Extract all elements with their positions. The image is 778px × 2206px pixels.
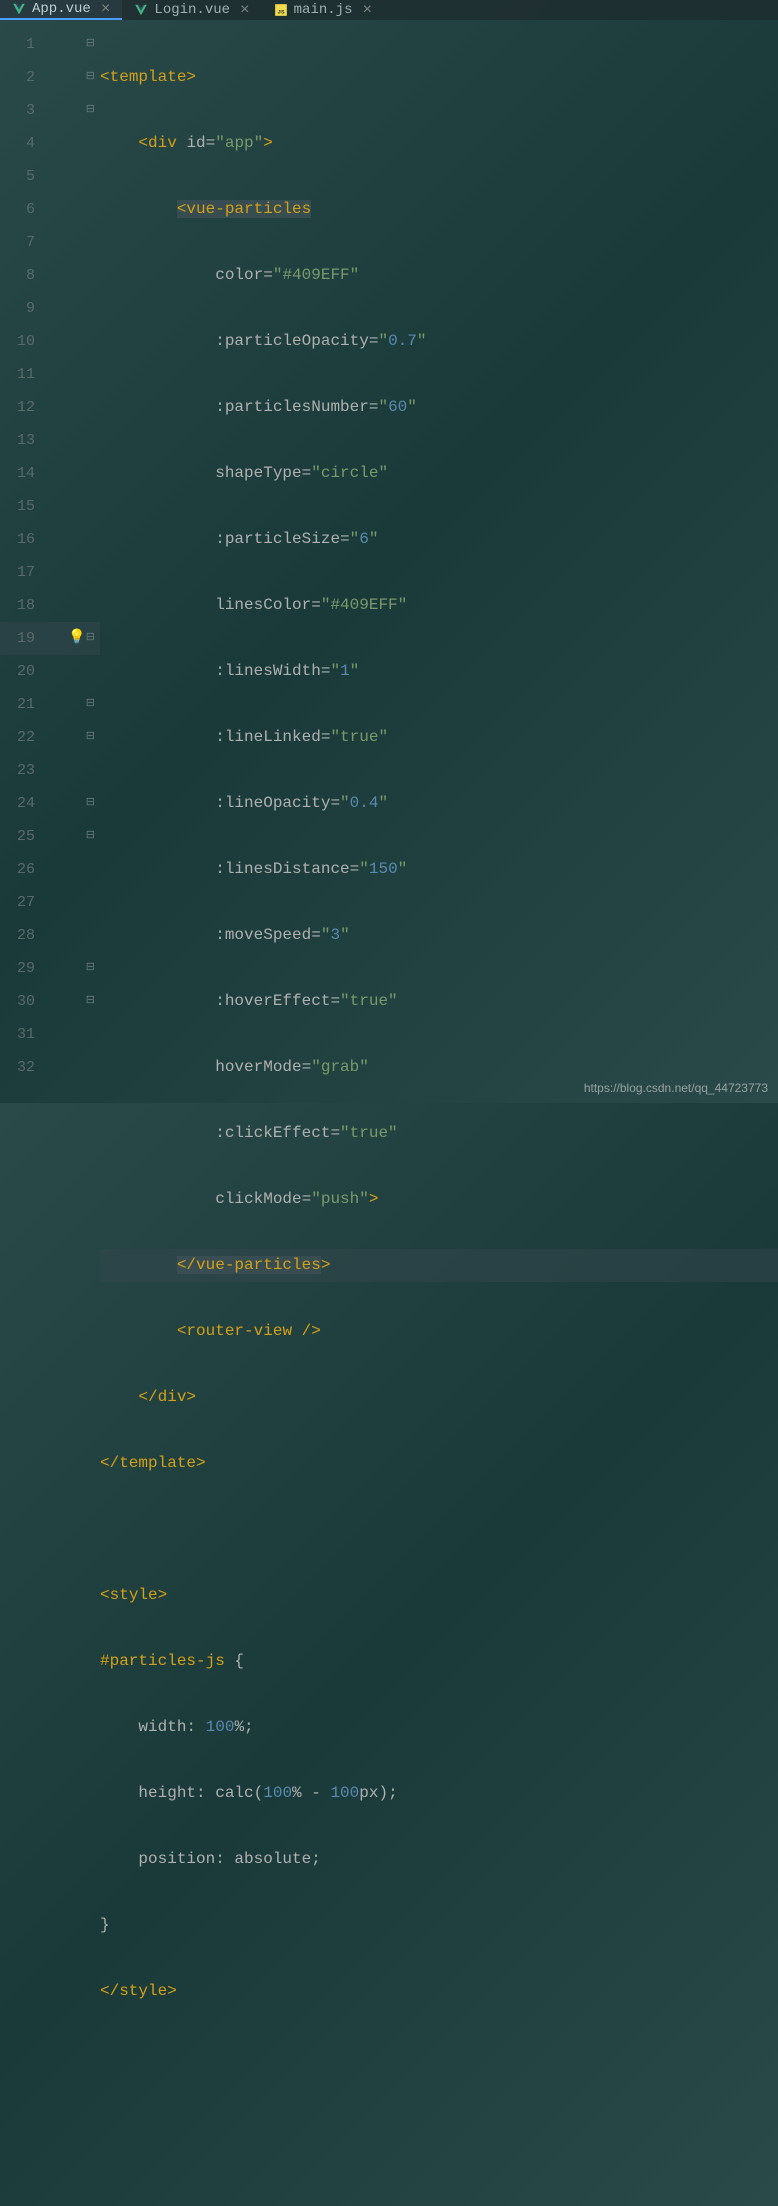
code-line[interactable] xyxy=(100,2041,778,2074)
code-line[interactable]: :linesWidth="1" xyxy=(100,655,778,688)
fold-close-icon[interactable]: ⊟ xyxy=(86,688,95,721)
watermark: https://blog.csdn.net/qq_44723773 xyxy=(584,1081,768,1095)
line-number: 32 xyxy=(0,1051,45,1084)
close-icon[interactable]: × xyxy=(240,1,250,19)
line-number: 22 xyxy=(0,721,45,754)
tab-main-js[interactable]: JS main.js × xyxy=(262,0,384,20)
line-number: 17 xyxy=(0,556,45,589)
code-line[interactable]: color="#409EFF" xyxy=(100,259,778,292)
fold-icon[interactable]: ⊟ xyxy=(86,28,95,61)
line-number: 10 xyxy=(0,325,45,358)
fold-close-icon[interactable]: ⊟ xyxy=(86,985,95,1018)
code-line[interactable]: :particlesNumber="60" xyxy=(100,391,778,424)
fold-icon[interactable]: ⊟ xyxy=(86,787,95,820)
line-number: 25 xyxy=(0,820,45,853)
fold-close-icon[interactable]: ⊟ xyxy=(86,721,95,754)
line-number: 18 xyxy=(0,589,45,622)
vue-icon xyxy=(134,3,148,17)
line-number: 24 xyxy=(0,787,45,820)
line-number: 26 xyxy=(0,853,45,886)
code-line[interactable]: position: absolute; xyxy=(100,1843,778,1876)
line-number: 12 xyxy=(0,391,45,424)
vue-icon xyxy=(12,2,26,16)
line-number: 4 xyxy=(0,127,45,160)
line-number: 15 xyxy=(0,490,45,523)
tab-label: Login.vue xyxy=(154,2,230,18)
line-number: 3 xyxy=(0,94,45,127)
code-line[interactable]: <vue-particles xyxy=(100,193,778,226)
code-line[interactable] xyxy=(100,2107,778,2140)
fold-icon[interactable]: ⊟ xyxy=(86,94,95,127)
tab-app-vue[interactable]: App.vue × xyxy=(0,0,122,20)
line-number: 6 xyxy=(0,193,45,226)
line-number-gutter: 1 2 3 4 5 6 7 8 9 10 11 12 13 14 15 16 1… xyxy=(0,20,45,2206)
code-line[interactable]: hoverMode="grab" xyxy=(100,1051,778,1084)
code-line[interactable]: :moveSpeed="3" xyxy=(100,919,778,952)
code-line[interactable]: } xyxy=(100,1909,778,1942)
fold-icon[interactable]: ⊟ xyxy=(86,61,95,94)
line-number: 31 xyxy=(0,1018,45,1051)
code-line[interactable]: <div id="app"> xyxy=(100,127,778,160)
svg-text:JS: JS xyxy=(277,9,284,16)
line-number: 23 xyxy=(0,754,45,787)
code-line[interactable]: </template> xyxy=(100,1447,778,1480)
code-line[interactable]: </div> xyxy=(100,1381,778,1414)
line-number: 9 xyxy=(0,292,45,325)
line-number: 11 xyxy=(0,358,45,391)
code-line[interactable]: :particleSize="6" xyxy=(100,523,778,556)
code-line[interactable]: linesColor="#409EFF" xyxy=(100,589,778,622)
code-line[interactable]: </style> xyxy=(100,1975,778,2008)
line-number: 1 xyxy=(0,28,45,61)
code-line[interactable]: width: 100%; xyxy=(100,1711,778,1744)
line-number: 20 xyxy=(0,655,45,688)
tab-label: App.vue xyxy=(32,1,91,17)
lightbulb-icon[interactable]: 💡 xyxy=(68,622,85,655)
line-number: 5 xyxy=(0,160,45,193)
code-line[interactable] xyxy=(100,1513,778,1546)
line-number: 13 xyxy=(0,424,45,457)
fold-close-icon[interactable]: ⊟ xyxy=(86,952,95,985)
line-number: 19 xyxy=(0,622,45,655)
code-line[interactable]: <style> xyxy=(100,1579,778,1612)
line-number: 30 xyxy=(0,985,45,1018)
code-line[interactable]: #particles-js { xyxy=(100,1645,778,1678)
code-line[interactable]: :lineLinked="true" xyxy=(100,721,778,754)
line-number: 16 xyxy=(0,523,45,556)
code-line[interactable]: shapeType="circle" xyxy=(100,457,778,490)
code-line-current[interactable]: </vue-particles> xyxy=(100,1249,778,1282)
code-line[interactable]: :lineOpacity="0.4" xyxy=(100,787,778,820)
code-area[interactable]: 1 2 3 4 5 6 7 8 9 10 11 12 13 14 15 16 1… xyxy=(0,20,778,2206)
line-number: 14 xyxy=(0,457,45,490)
line-number: 8 xyxy=(0,259,45,292)
code-line[interactable]: <router-view /> xyxy=(100,1315,778,1348)
fold-icon[interactable]: ⊟ xyxy=(86,820,95,853)
line-number: 29 xyxy=(0,952,45,985)
tab-label: main.js xyxy=(294,2,353,18)
code-line[interactable]: :hoverEffect="true" xyxy=(100,985,778,1018)
tab-bar: App.vue × Login.vue × JS main.js × xyxy=(0,0,778,20)
code-line[interactable]: :linesDistance="150" xyxy=(100,853,778,886)
line-number: 28 xyxy=(0,919,45,952)
code-line[interactable]: <template> xyxy=(100,61,778,94)
line-number: 2 xyxy=(0,61,45,94)
js-icon: JS xyxy=(274,3,288,17)
editor-window: App.vue × Login.vue × JS main.js × 1 2 3… xyxy=(0,0,778,1103)
tab-login-vue[interactable]: Login.vue × xyxy=(122,0,261,20)
line-number: 27 xyxy=(0,886,45,919)
code-line[interactable]: :particleOpacity="0.7" xyxy=(100,325,778,358)
line-number: 7 xyxy=(0,226,45,259)
fold-column: ⊟ ⊟ ⊟ 💡⊟ ⊟ ⊟ ⊟ ⊟ xyxy=(45,20,100,2206)
fold-icon[interactable]: ⊟ xyxy=(86,622,95,655)
code-line[interactable]: height: calc(100% - 100px); xyxy=(100,1777,778,1810)
code-line[interactable]: clickMode="push"> xyxy=(100,1183,778,1216)
line-number: 21 xyxy=(0,688,45,721)
close-icon[interactable]: × xyxy=(101,0,111,18)
code-content[interactable]: <template> <div id="app"> <vue-particles… xyxy=(100,20,778,2206)
close-icon[interactable]: × xyxy=(362,1,372,19)
code-line[interactable]: :clickEffect="true" xyxy=(100,1117,778,1150)
